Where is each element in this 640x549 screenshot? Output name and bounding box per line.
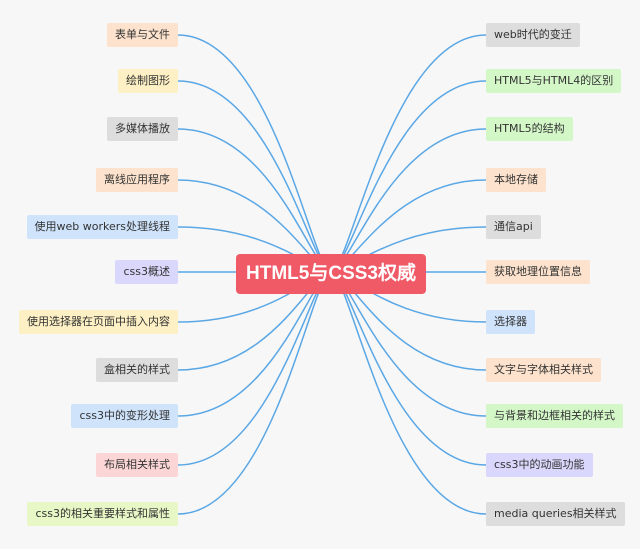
right-connector xyxy=(330,34,487,273)
left-topic-node[interactable]: 使用选择器在页面中插入内容 xyxy=(19,310,178,334)
left-topic-node[interactable]: 表单与文件 xyxy=(107,23,178,47)
right-connector xyxy=(330,271,487,515)
mindmap-canvas: HTML5与CSS3权威 表单与文件绘制图形多媒体播放离线应用程序使用web w… xyxy=(0,0,640,549)
right-topic-node[interactable]: media queries相关样式 xyxy=(486,502,625,526)
left-topic-node[interactable]: 多媒体播放 xyxy=(107,117,178,141)
left-topic-node[interactable]: css3的相关重要样式和属性 xyxy=(27,502,178,526)
right-topic-node[interactable]: 与背景和边框相关的样式 xyxy=(486,404,623,428)
right-topic-node[interactable]: web时代的变迁 xyxy=(486,23,580,47)
right-topic-node[interactable]: 选择器 xyxy=(486,310,535,334)
left-topic-node[interactable]: 绘制图形 xyxy=(118,69,178,93)
right-topic-node[interactable]: css3中的动画功能 xyxy=(486,453,593,477)
right-topic-node[interactable]: 文字与字体相关样式 xyxy=(486,358,601,382)
right-topic-node[interactable]: 获取地理位置信息 xyxy=(486,260,590,284)
left-topic-node[interactable]: css3中的变形处理 xyxy=(71,404,178,428)
right-topic-node[interactable]: 通信api xyxy=(486,215,541,239)
right-connector xyxy=(330,128,487,273)
root-node[interactable]: HTML5与CSS3权威 xyxy=(236,254,426,294)
left-topic-node[interactable]: 使用web workers处理线程 xyxy=(26,215,178,239)
left-topic-node[interactable]: 布局相关样式 xyxy=(96,453,178,477)
left-connector xyxy=(177,34,332,273)
right-topic-node[interactable]: HTML5的结构 xyxy=(486,117,573,141)
right-topic-node[interactable]: 本地存储 xyxy=(486,168,546,192)
right-topic-node[interactable]: HTML5与HTML4的区别 xyxy=(486,69,622,93)
left-topic-node[interactable]: 盒相关的样式 xyxy=(96,358,178,382)
left-topic-node[interactable]: 离线应用程序 xyxy=(96,168,178,192)
left-connector xyxy=(177,271,332,515)
left-topic-node[interactable]: css3概述 xyxy=(115,260,178,284)
left-connector xyxy=(177,128,332,273)
